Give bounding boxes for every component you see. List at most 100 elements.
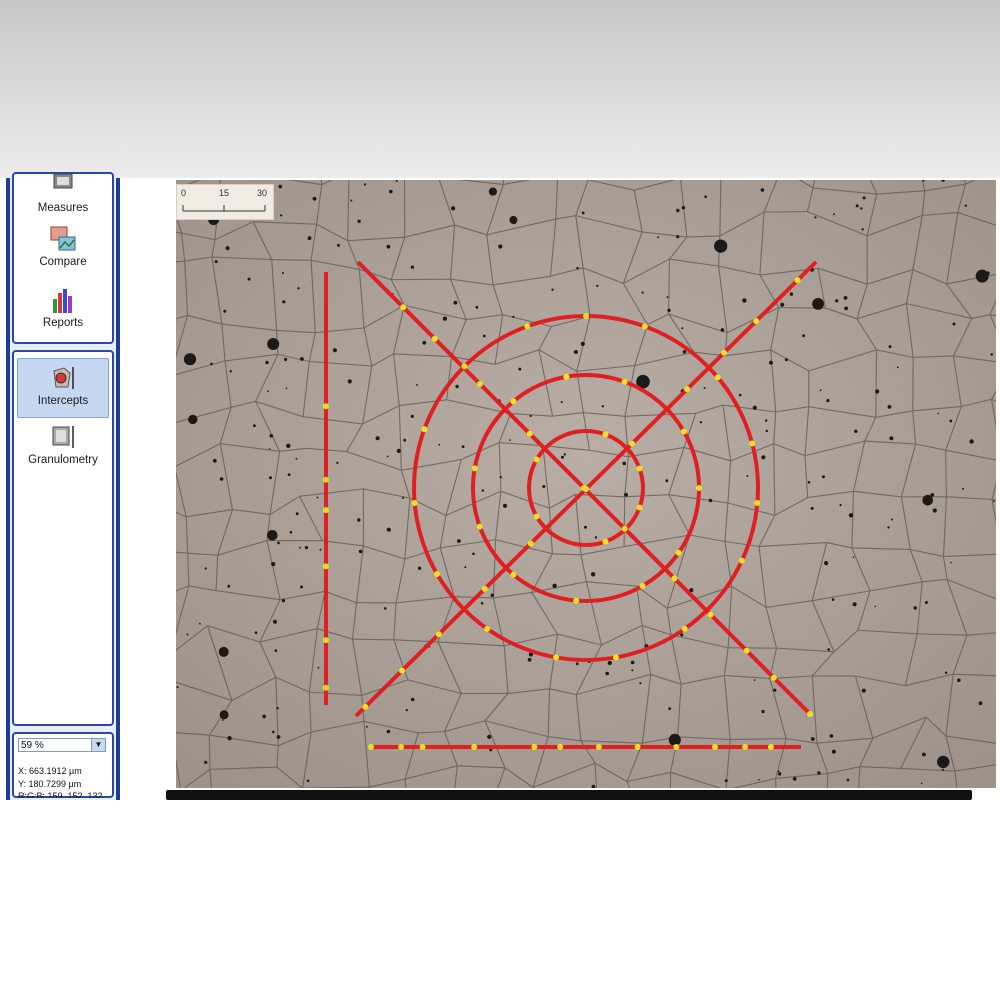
pore — [384, 607, 387, 610]
tool-label: Intercepts — [37, 395, 89, 407]
pore — [295, 457, 298, 460]
tool-reports[interactable]: Reports — [14, 281, 112, 339]
pore — [887, 526, 890, 529]
intercept-point — [476, 523, 483, 530]
pore — [219, 477, 224, 481]
sidebar: Measures Compare Reports Intercepts Gran… — [6, 172, 120, 800]
pore — [969, 439, 974, 444]
grain-boundary — [208, 735, 211, 770]
pore — [304, 546, 309, 550]
intercept-point — [629, 440, 635, 447]
intercept-point — [419, 744, 426, 750]
pore — [668, 733, 681, 747]
grain-boundary — [352, 638, 394, 641]
pore — [267, 338, 280, 350]
pore — [829, 734, 834, 738]
pore — [831, 598, 835, 601]
tool-measures[interactable]: Measures — [14, 166, 112, 224]
pore — [560, 401, 563, 404]
pore — [265, 360, 269, 365]
intercept-point — [749, 440, 756, 447]
pore — [575, 662, 579, 666]
pore — [269, 434, 274, 438]
pore — [389, 189, 393, 194]
pore — [665, 479, 669, 483]
pore — [395, 180, 398, 182]
intercept-point — [634, 744, 641, 750]
pore — [773, 688, 777, 692]
intercept-point — [681, 625, 688, 632]
scale-label: 15 — [219, 188, 230, 198]
pore — [227, 584, 231, 588]
pore — [488, 187, 497, 196]
intercept-point — [524, 323, 531, 330]
pore — [768, 360, 773, 365]
pore — [630, 660, 635, 665]
pore — [529, 414, 532, 418]
pore — [584, 525, 587, 529]
pore — [844, 306, 848, 311]
pore — [814, 216, 817, 219]
top-background-band — [0, 0, 1000, 178]
horizontal-scrollbar[interactable] — [166, 790, 972, 800]
pore — [480, 602, 484, 605]
pore — [482, 334, 486, 338]
pore — [810, 506, 814, 510]
pore — [218, 646, 229, 657]
pore — [300, 585, 303, 589]
pore — [622, 461, 626, 466]
image-margin — [120, 178, 176, 790]
pore — [490, 593, 494, 597]
pore — [738, 393, 742, 397]
intercept-point — [684, 386, 691, 393]
pore — [580, 341, 585, 346]
pore — [765, 429, 768, 433]
pore — [386, 244, 391, 249]
intercept-point — [612, 654, 619, 661]
intercept-point — [583, 313, 589, 319]
pore — [573, 350, 578, 354]
pore — [253, 424, 256, 428]
pore — [214, 260, 218, 264]
pore — [316, 496, 319, 499]
pore — [306, 779, 310, 783]
chevron-down-icon[interactable]: ▼ — [91, 739, 105, 751]
tool-granulometry[interactable]: Granulometry — [14, 418, 112, 476]
reports-icon — [53, 289, 72, 313]
pore — [274, 649, 278, 652]
tool-compare[interactable]: Compare — [14, 220, 112, 278]
pore — [807, 481, 811, 484]
grain-boundary — [875, 349, 878, 418]
pore — [846, 778, 850, 782]
pore — [499, 476, 502, 479]
pore — [848, 513, 854, 518]
pore — [855, 204, 859, 208]
pore — [676, 208, 680, 213]
pore — [941, 768, 944, 771]
intercept-point — [362, 703, 369, 710]
pore — [281, 272, 284, 274]
zoom-select[interactable]: 59 % ▼ — [18, 738, 106, 752]
pore — [760, 188, 765, 192]
micrograph-view[interactable]: 0 15 30 — [176, 180, 996, 788]
pore — [964, 204, 967, 207]
intercept-point — [531, 744, 538, 750]
pore — [761, 709, 765, 714]
pore — [742, 298, 747, 303]
pore — [410, 697, 415, 702]
pore — [802, 334, 805, 338]
pore — [950, 561, 952, 564]
pore — [347, 379, 352, 384]
status-panel: 59 % ▼ X: 663.1912 µm Y: 180.7299 µm R:G… — [12, 732, 114, 798]
pore — [417, 566, 422, 570]
pore — [854, 429, 858, 433]
pore — [596, 284, 599, 287]
pore — [875, 389, 880, 394]
pore — [944, 671, 948, 674]
intercept-point — [742, 744, 749, 750]
tool-intercepts[interactable]: Intercepts — [17, 358, 109, 418]
pore — [276, 735, 281, 739]
grain-boundary — [391, 278, 451, 281]
pore — [267, 390, 269, 393]
pore — [624, 492, 628, 497]
